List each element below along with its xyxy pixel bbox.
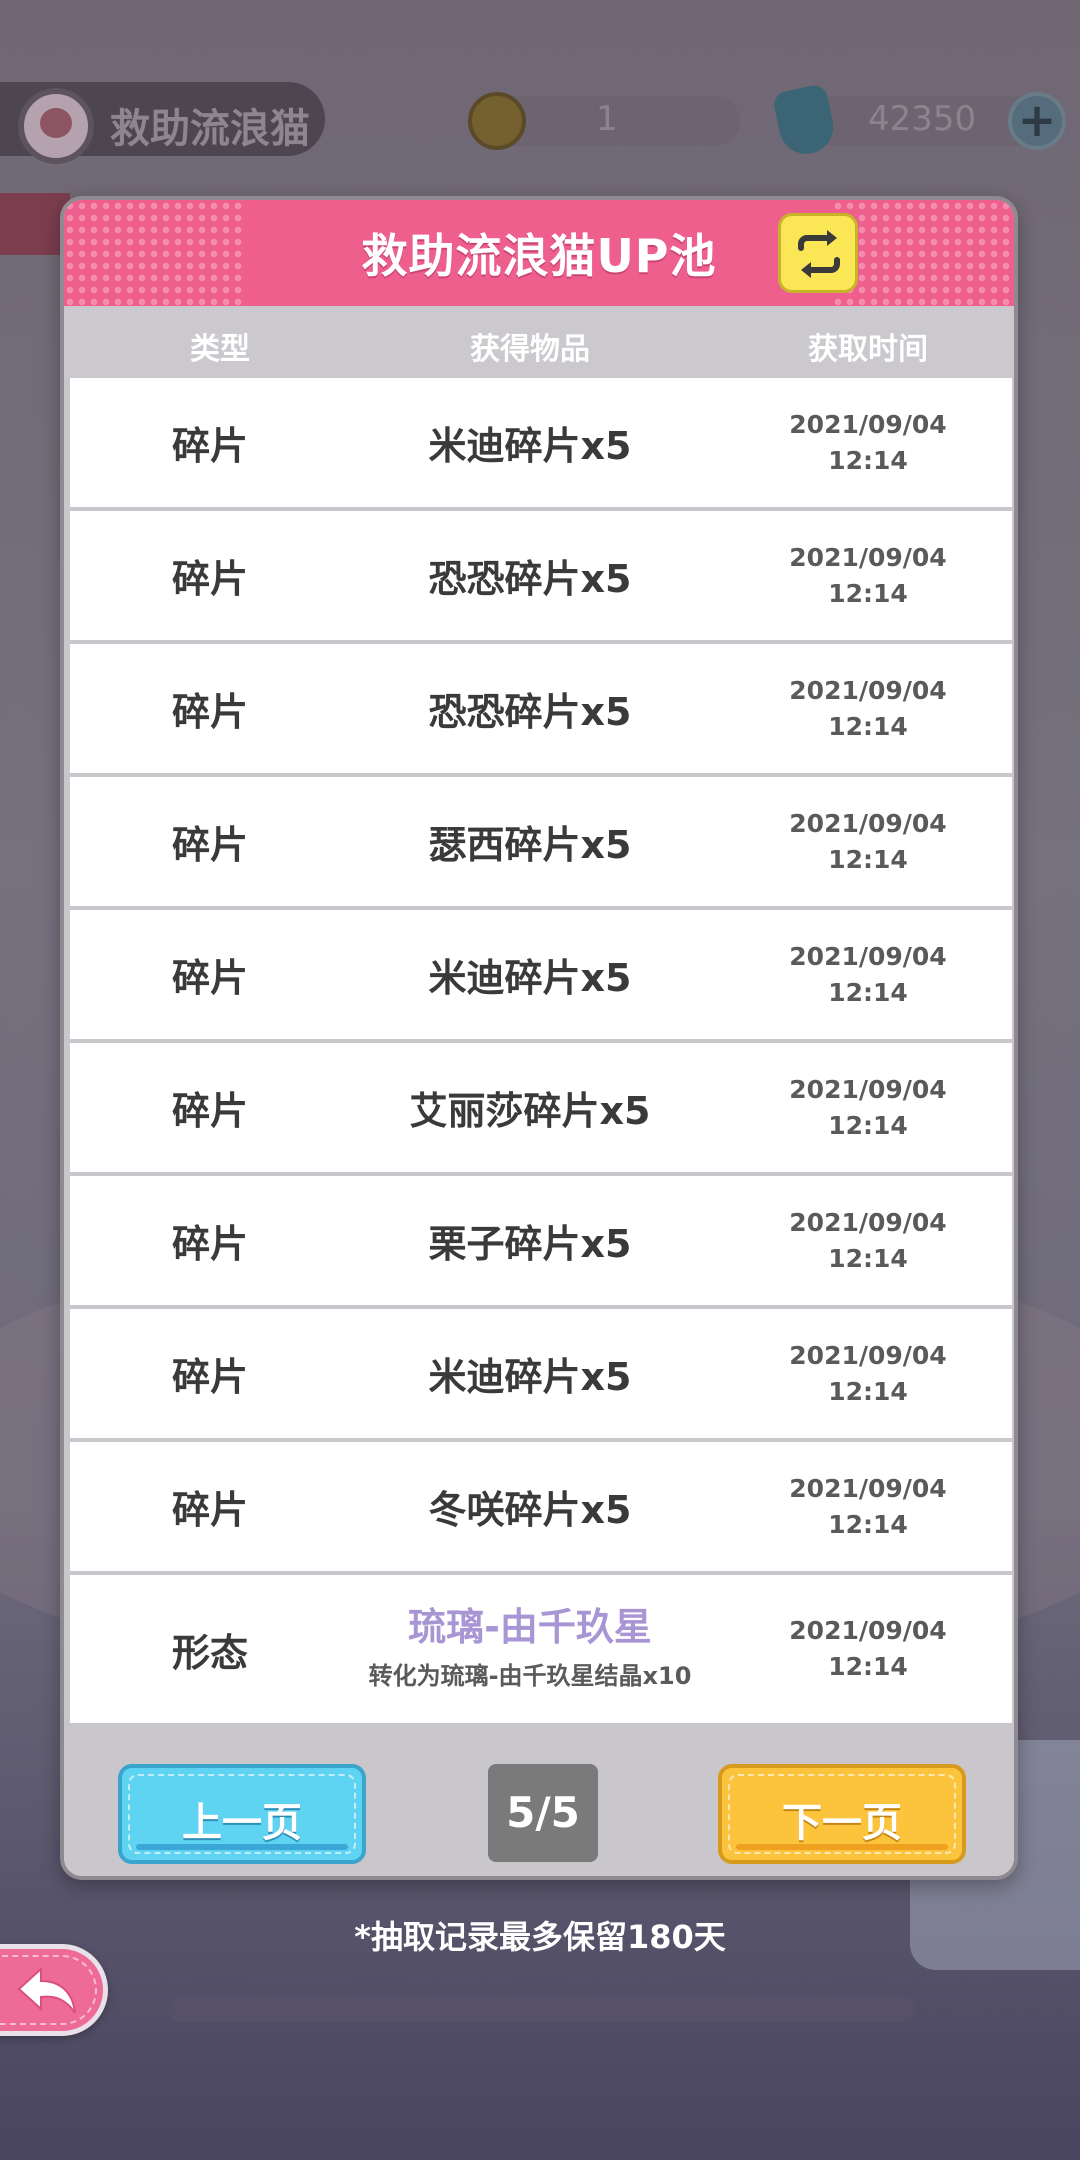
dialog-header: 救助流浪猫UP池 <box>64 200 1014 306</box>
row-time: 2021/09/04 12:14 <box>738 1575 998 1723</box>
prev-page-button[interactable]: 上一页 <box>118 1764 366 1864</box>
retention-note: *抽取记录最多保留180天 <box>354 1918 726 1956</box>
row-item: 恐恐碎片x5 <box>428 690 632 734</box>
row-type: 碎片 <box>171 424 248 468</box>
row-clock: 12:14 <box>828 1509 908 1539</box>
history-list[interactable]: 碎片 米迪碎片x5 2021/09/04 12:14 碎片 恐恐碎片x5 202… <box>70 378 1012 1723</box>
row-item: 艾丽莎碎片x5 <box>409 1089 651 1133</box>
table-row: 形态 琉璃-由千玖星 转化为琉璃-由千玖星结晶x10 2021/09/04 12… <box>70 1575 1012 1723</box>
row-item: 栗子碎片x5 <box>428 1222 632 1266</box>
row-type: 碎片 <box>171 956 248 1000</box>
row-date: 2021/09/04 <box>789 1616 947 1645</box>
switch-pool-button[interactable] <box>778 213 858 293</box>
row-date: 2021/09/04 <box>789 1074 947 1104</box>
row-clock: 12:14 <box>828 445 908 475</box>
column-header-type: 类型 <box>190 332 250 367</box>
table-row: 碎片 恐恐碎片x5 2021/09/04 12:14 <box>70 511 1012 644</box>
row-item: 瑟西碎片x5 <box>428 823 632 867</box>
row-item: 琉璃-由千玖星 转化为琉璃-由千玖星结晶x10 <box>300 1575 760 1723</box>
row-clock: 12:14 <box>828 578 908 608</box>
row-clock: 12:14 <box>828 711 908 741</box>
row-time: 2021/09/04 12:14 <box>738 1043 998 1172</box>
table-header: 类型 获得物品 获取时间 <box>64 306 1014 378</box>
row-date: 2021/09/04 <box>789 675 947 705</box>
row-item: 米迪碎片x5 <box>428 424 632 468</box>
column-header-time: 获取时间 <box>808 332 928 367</box>
row-clock: 12:14 <box>828 844 908 874</box>
swap-arrows-icon <box>798 230 840 278</box>
row-time: 2021/09/04 12:14 <box>738 378 998 507</box>
column-header-item: 获得物品 <box>470 332 590 367</box>
row-clock: 12:14 <box>828 977 908 1007</box>
background-blurred-text <box>168 1996 916 2022</box>
next-page-label: 下一页 <box>782 1800 902 1846</box>
row-clock: 12:14 <box>828 1652 908 1681</box>
event-avatar-icon <box>18 88 94 164</box>
table-row: 碎片 冬咲碎片x5 2021/09/04 12:14 <box>70 1442 1012 1575</box>
gem-value: 42350 <box>868 99 977 139</box>
row-date: 2021/09/04 <box>789 1340 947 1370</box>
row-type: 碎片 <box>171 1089 248 1133</box>
table-row: 碎片 艾丽莎碎片x5 2021/09/04 12:14 <box>70 1043 1012 1176</box>
row-clock: 12:14 <box>828 1110 908 1140</box>
table-row: 碎片 恐恐碎片x5 2021/09/04 12:14 <box>70 644 1012 777</box>
row-item: 米迪碎片x5 <box>428 1355 632 1399</box>
back-arrow-icon <box>17 1966 76 2014</box>
row-type: 形态 <box>171 1630 248 1675</box>
prev-page-label: 上一页 <box>182 1800 302 1846</box>
coin-icon <box>468 92 526 150</box>
row-type: 碎片 <box>171 557 248 601</box>
add-gem-icon: + <box>1008 92 1066 150</box>
row-date: 2021/09/04 <box>789 1207 947 1237</box>
gem-icon <box>771 83 839 159</box>
row-clock: 12:14 <box>828 1243 908 1273</box>
table-row: 碎片 米迪碎片x5 2021/09/04 12:14 <box>70 910 1012 1043</box>
row-time: 2021/09/04 12:14 <box>738 1309 998 1438</box>
coin-value: 1 <box>596 99 618 139</box>
page-indicator: 5/5 <box>488 1764 598 1862</box>
row-type: 碎片 <box>171 823 248 867</box>
row-time: 2021/09/04 12:14 <box>738 1176 998 1305</box>
pagination-bar: 上一页 5/5 下一页 <box>64 1748 1014 1876</box>
draw-history-dialog: 救助流浪猫UP池 类型 获得物品 获取时间 碎片 米迪碎片x5 2021/09/… <box>60 196 1018 1880</box>
row-type: 碎片 <box>171 1222 248 1266</box>
row-item-note: 转化为琉璃-由千玖星结晶x10 <box>368 1662 692 1690</box>
background-top-bar: 救助流浪猫 1 42350 + <box>0 0 1080 190</box>
table-row: 碎片 栗子碎片x5 2021/09/04 12:14 <box>70 1176 1012 1309</box>
row-date: 2021/09/04 <box>789 409 947 439</box>
row-item: 冬咲碎片x5 <box>428 1488 632 1532</box>
table-row: 碎片 瑟西碎片x5 2021/09/04 12:14 <box>70 777 1012 910</box>
row-type: 碎片 <box>171 1355 248 1399</box>
row-time: 2021/09/04 12:14 <box>738 910 998 1039</box>
row-time: 2021/09/04 12:14 <box>738 777 998 906</box>
row-item: 米迪碎片x5 <box>428 956 632 1000</box>
dialog-title: 救助流浪猫UP池 <box>361 229 717 283</box>
row-date: 2021/09/04 <box>789 808 947 838</box>
row-date: 2021/09/04 <box>789 1473 947 1503</box>
row-date: 2021/09/04 <box>789 941 947 971</box>
row-time: 2021/09/04 12:14 <box>738 644 998 773</box>
row-time: 2021/09/04 12:14 <box>738 511 998 640</box>
row-item: 恐恐碎片x5 <box>428 557 632 601</box>
row-date: 2021/09/04 <box>789 542 947 572</box>
row-clock: 12:14 <box>828 1376 908 1406</box>
back-button[interactable] <box>0 1944 108 2036</box>
table-row: 碎片 米迪碎片x5 2021/09/04 12:14 <box>70 378 1012 511</box>
row-item-name: 琉璃-由千玖星 <box>408 1605 652 1649</box>
row-type: 碎片 <box>171 690 248 734</box>
event-label: 救助流浪猫 <box>110 106 310 152</box>
next-page-button[interactable]: 下一页 <box>718 1764 966 1864</box>
table-row: 碎片 米迪碎片x5 2021/09/04 12:14 <box>70 1309 1012 1442</box>
row-type: 碎片 <box>171 1488 248 1532</box>
row-time: 2021/09/04 12:14 <box>738 1442 998 1571</box>
